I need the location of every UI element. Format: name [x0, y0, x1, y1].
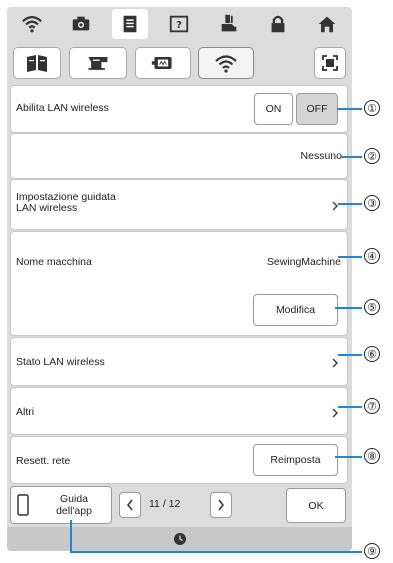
network-reset-label: Resett. rete — [16, 455, 71, 467]
callout-number-8: ⑧ — [364, 448, 380, 464]
callout-number-2: ② — [364, 148, 380, 164]
app-guide-line1: Guida — [59, 493, 89, 505]
callout-number-7: ⑦ — [364, 398, 380, 414]
tab-help[interactable]: ? — [161, 9, 197, 39]
subtab-network[interactable] — [198, 47, 254, 79]
subtab-sewing[interactable] — [69, 47, 127, 79]
chevron-right-icon — [332, 358, 339, 368]
wlan-setup-wizard-row[interactable]: Impostazione guidata LAN wireless — [10, 179, 348, 230]
smartphone-icon — [17, 494, 29, 516]
lock-icon — [271, 15, 285, 33]
callout-number-5: ⑤ — [364, 299, 380, 315]
chevron-right-icon — [218, 499, 224, 511]
top-tab-bar: ? — [7, 7, 352, 41]
chevron-left-icon — [127, 499, 133, 511]
app-guide-button[interactable]: Guida dell'app — [10, 486, 112, 524]
callout-number-3: ③ — [364, 195, 380, 211]
tab-home[interactable] — [309, 9, 345, 39]
page-indicator: 11 / 12 — [149, 498, 181, 510]
wlan-enable-label: Abilita LAN wireless — [16, 102, 109, 114]
callout-line-6 — [338, 354, 362, 356]
wlan-enable-row: Abilita LAN wireless ON OFF — [10, 85, 348, 133]
home-icon — [319, 16, 336, 33]
machine-name-value: SewingMachine — [266, 256, 341, 268]
next-page-button[interactable] — [210, 492, 232, 518]
callout-line-5 — [335, 307, 362, 309]
edit-machine-name-button[interactable]: Modifica — [253, 294, 338, 326]
callout-line-8 — [335, 456, 362, 458]
wizard-label-line2: LAN wireless — [16, 202, 78, 214]
sewing-machine-icon — [88, 57, 108, 70]
settings-screen: ? Abilita LAN wireless ON OFF Nessuno Im… — [7, 7, 352, 551]
tab-settings[interactable] — [112, 9, 149, 39]
screen-capture-icon — [322, 55, 338, 71]
document-icon — [123, 15, 137, 33]
network-name-row: Nessuno — [10, 133, 348, 179]
callout-line-1 — [337, 108, 362, 110]
callout-line-4 — [338, 256, 362, 258]
wlan-status-label: Stato LAN wireless — [16, 356, 105, 368]
callout-number-9: ⑨ — [364, 543, 380, 559]
others-row[interactable]: Altri — [10, 387, 348, 435]
subtab-general[interactable] — [13, 47, 61, 79]
app-guide-line2: dell'app — [56, 505, 92, 517]
embroidery-card-icon — [151, 57, 172, 69]
callout-line-9-vertical — [70, 520, 72, 553]
subtab-embroidery[interactable] — [135, 47, 191, 79]
book-icon — [27, 55, 47, 72]
callout-line-2 — [341, 156, 362, 158]
callout-line-3 — [338, 203, 362, 205]
machine-name-row: Nome macchina SewingMachine Modifica — [10, 231, 348, 336]
presser-foot-icon — [221, 14, 237, 32]
wlan-on-button[interactable]: ON — [254, 93, 293, 125]
camera-icon — [72, 16, 90, 31]
callout-number-1: ① — [364, 100, 380, 116]
wlan-off-button[interactable]: OFF — [296, 93, 338, 125]
sub-tab-bar — [7, 42, 352, 84]
screenshot-button[interactable] — [314, 47, 346, 79]
wlan-setup-wizard-label: Impostazione guidata LAN wireless — [16, 192, 116, 214]
wifi-icon — [215, 55, 237, 73]
prev-page-button[interactable] — [119, 492, 141, 518]
reset-network-button[interactable]: Reimposta — [253, 444, 338, 476]
callout-number-6: ⑥ — [364, 346, 380, 362]
others-label: Altri — [16, 406, 35, 418]
tab-camera[interactable] — [63, 9, 99, 39]
app-guide-label: Guida dell'app — [43, 493, 105, 517]
network-name-value: Nessuno — [300, 150, 342, 162]
callout-number-4: ④ — [364, 248, 380, 264]
ok-button[interactable]: OK — [286, 488, 346, 523]
tab-presser-foot[interactable] — [211, 9, 247, 39]
help-icon: ? — [170, 15, 189, 33]
wlan-status-row[interactable]: Stato LAN wireless — [10, 337, 348, 386]
clock-icon — [173, 533, 186, 545]
tab-wireless[interactable] — [14, 9, 50, 39]
chevron-right-icon — [332, 408, 339, 418]
wifi-icon — [21, 16, 42, 33]
machine-name-label: Nome macchina — [16, 256, 92, 268]
callout-line-9 — [70, 551, 362, 553]
network-reset-row: Resett. rete Reimposta — [10, 436, 348, 484]
tab-lock[interactable] — [260, 9, 296, 39]
svg-text:?: ? — [177, 20, 183, 31]
status-strip — [7, 527, 352, 551]
callout-line-7 — [338, 406, 362, 408]
